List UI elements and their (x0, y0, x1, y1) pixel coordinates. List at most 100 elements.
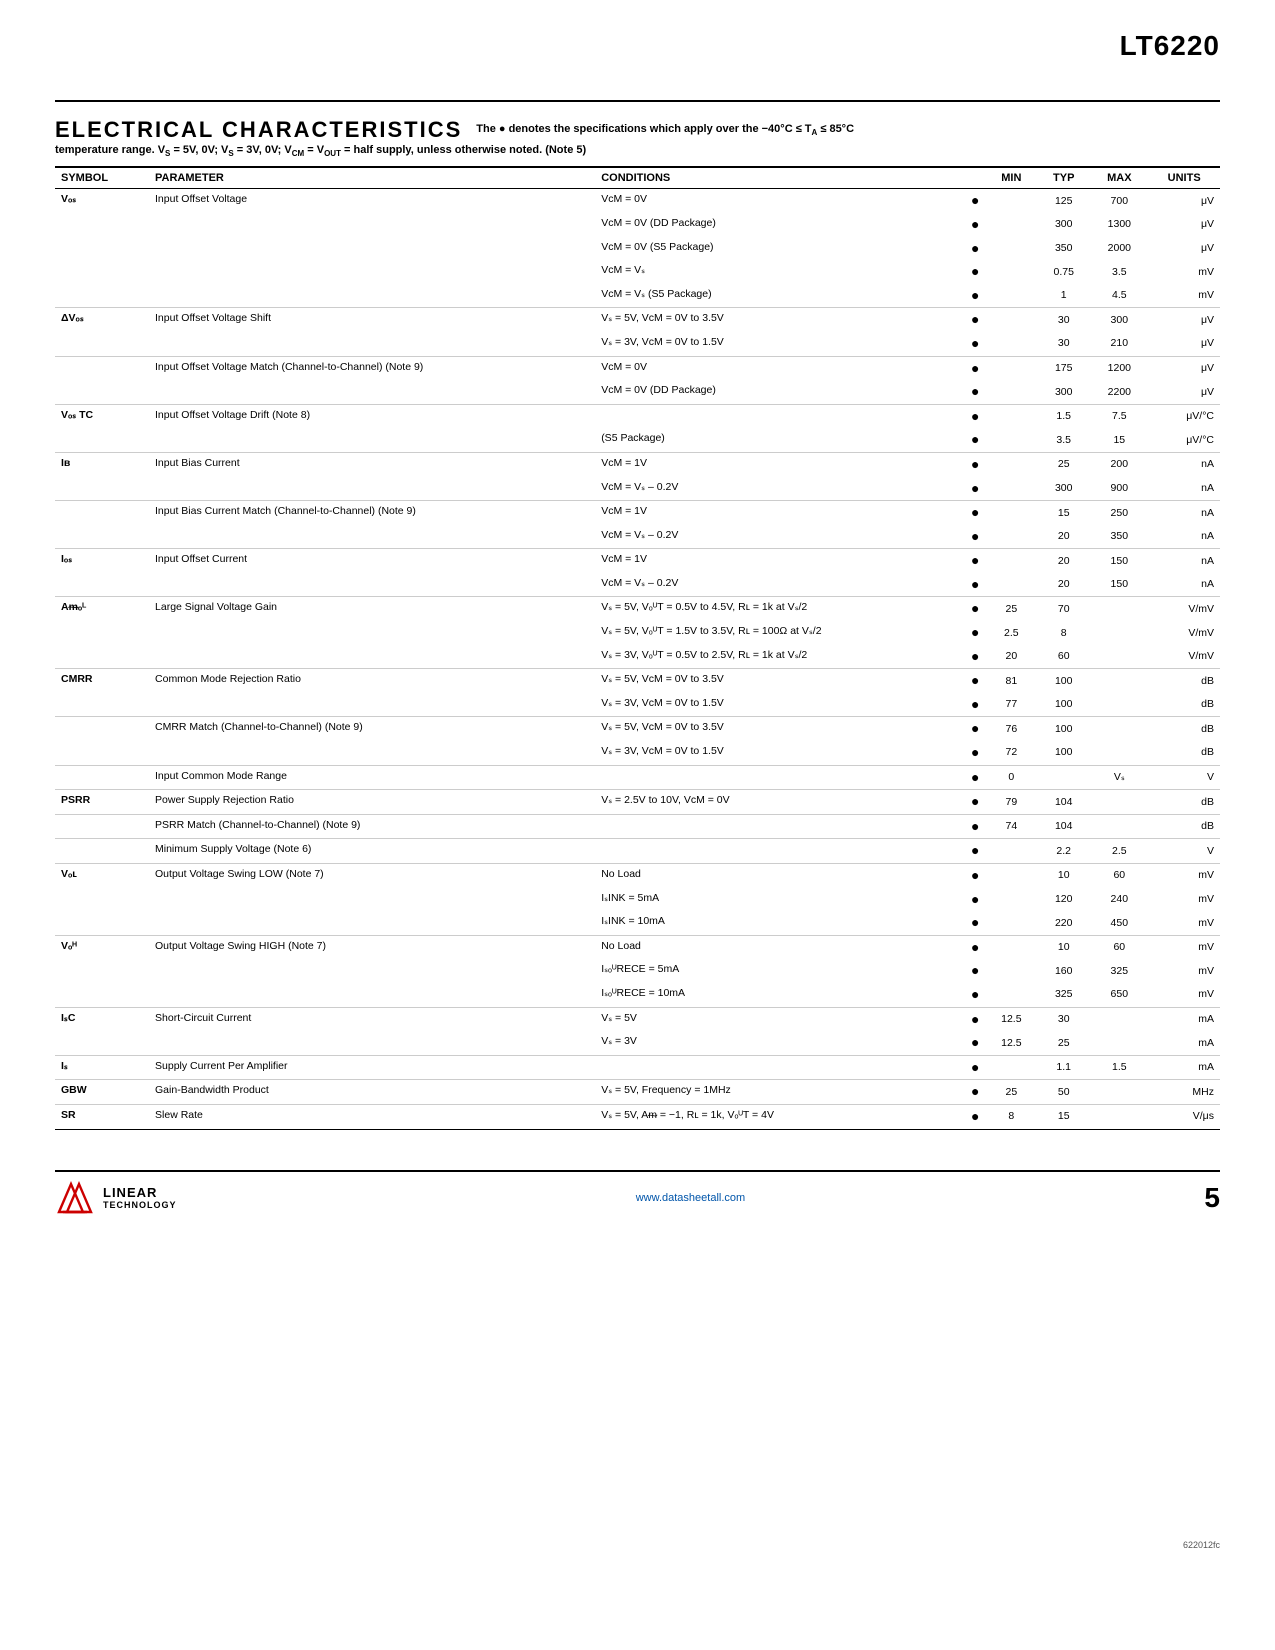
symbol-cell: SR (55, 1104, 149, 1129)
dot-cell: ● (965, 380, 985, 404)
condition-cell: IₛINK = 10mA (595, 911, 965, 935)
param-cell: Large Signal Voltage Gain (149, 597, 595, 669)
units-cell: mV (1148, 935, 1220, 959)
table-row: PSRRPower Supply Rejection RatioVₛ = 2.5… (55, 790, 1220, 815)
typ-cell: 300 (1037, 380, 1090, 404)
symbol-cell: Vₒʟ (55, 864, 149, 936)
symbol-cell: Iₒₛ (55, 549, 149, 597)
units-cell: mV (1148, 983, 1220, 1007)
typ-cell: 70 (1037, 597, 1090, 621)
min-cell (986, 888, 1038, 912)
table-row: Input Common Mode Range●0VₛV (55, 765, 1220, 790)
dot-cell: ● (965, 693, 985, 717)
ec-subtitle2: temperature range. VS = 5V, 0V; VS = 3V,… (55, 144, 1220, 158)
units-cell: μV/°C (1148, 428, 1220, 452)
linear-technology-logo-icon (55, 1180, 95, 1216)
table-row: IₛSupply Current Per Amplifier●1.11.5mA (55, 1055, 1220, 1080)
condition-cell: No Load (595, 864, 965, 888)
min-cell: 81 (986, 669, 1038, 693)
typ-cell: 300 (1037, 477, 1090, 501)
typ-cell: 30 (1037, 308, 1090, 332)
symbol-cell: IₛC (55, 1007, 149, 1055)
col-conditions: CONDITIONS (595, 167, 965, 189)
max-cell (1090, 1007, 1148, 1031)
dot-cell: ● (965, 839, 985, 864)
footer-url[interactable]: www.datasheetall.com (636, 1192, 745, 1204)
table-row: VₒᴴOutput Voltage Swing HIGH (Note 7)No … (55, 935, 1220, 959)
symbol-cell: Iв (55, 452, 149, 500)
condition-cell: VᴄM = 0V (595, 189, 965, 213)
table-row: IₒₛInput Offset CurrentVᴄM = 1V●20150nA (55, 549, 1220, 573)
units-cell: mV (1148, 260, 1220, 284)
typ-cell: 1 (1037, 284, 1090, 308)
units-cell: μV (1148, 356, 1220, 380)
symbol-cell: Iₛ (55, 1055, 149, 1080)
dot-cell: ● (965, 477, 985, 501)
param-cell: Short-Circuit Current (149, 1007, 595, 1055)
dot-cell: ● (965, 284, 985, 308)
typ-cell: 100 (1037, 693, 1090, 717)
units-cell: dB (1148, 669, 1220, 693)
typ-cell: 15 (1037, 1104, 1090, 1129)
units-cell: μV (1148, 380, 1220, 404)
min-cell: 76 (986, 717, 1038, 741)
table-row: SRSlew RateVₛ = 5V, Aᵯ = −1, Rʟ = 1k, Vₒ… (55, 1104, 1220, 1129)
characteristics-table: SYMBOL PARAMETER CONDITIONS MIN TYP MAX … (55, 166, 1220, 1129)
min-cell (986, 983, 1038, 1007)
symbol-cell: ΔVₒₛ (55, 308, 149, 356)
table-row: IвInput Bias CurrentVᴄM = 1V●25200nA (55, 452, 1220, 476)
condition-cell: Vₛ = 3V, VₒᵁT = 0.5V to 2.5V, Rʟ = 1k at… (595, 645, 965, 669)
min-cell (986, 935, 1038, 959)
min-cell (986, 213, 1038, 237)
min-cell: 77 (986, 693, 1038, 717)
typ-cell: 0.75 (1037, 260, 1090, 284)
condition-cell: VᴄM = Vₛ – 0.2V (595, 477, 965, 501)
param-cell: Power Supply Rejection Ratio (149, 790, 595, 815)
max-cell: 2200 (1090, 380, 1148, 404)
min-cell (986, 332, 1038, 356)
symbol-cell: Vₒᴴ (55, 935, 149, 1007)
units-cell: μV (1148, 237, 1220, 261)
condition-cell: IₛₒᵁRECE = 5mA (595, 959, 965, 983)
typ-cell: 2.2 (1037, 839, 1090, 864)
min-cell (986, 356, 1038, 380)
condition-cell: VᴄM = 0V (DD Package) (595, 213, 965, 237)
typ-cell: 25 (1037, 452, 1090, 476)
condition-cell (595, 839, 965, 864)
condition-cell: VᴄM = 1V (595, 549, 965, 573)
max-cell: 250 (1090, 501, 1148, 525)
dot-cell: ● (965, 765, 985, 790)
col-symbol: SYMBOL (55, 167, 149, 189)
min-cell (986, 477, 1038, 501)
col-min: MIN (986, 167, 1038, 189)
units-cell: mV (1148, 959, 1220, 983)
condition-cell: VᴄM = Vₛ – 0.2V (595, 525, 965, 549)
typ-cell: 175 (1037, 356, 1090, 380)
company-name-line2: TECHNOLOGY (103, 1200, 177, 1210)
units-cell: mV (1148, 284, 1220, 308)
units-cell: μV (1148, 332, 1220, 356)
table-row: Input Bias Current Match (Channel-to-Cha… (55, 501, 1220, 525)
symbol-cell: GBW (55, 1080, 149, 1105)
table-row: ΔVₒₛInput Offset Voltage ShiftVₛ = 5V, V… (55, 308, 1220, 332)
dot-cell: ● (965, 1080, 985, 1105)
dot-cell: ● (965, 237, 985, 261)
min-cell (986, 189, 1038, 213)
param-cell: Slew Rate (149, 1104, 595, 1129)
typ-cell: 20 (1037, 549, 1090, 573)
dot-cell: ● (965, 573, 985, 597)
max-cell: 2.5 (1090, 839, 1148, 864)
col-units: UNITS (1148, 167, 1220, 189)
min-cell: 79 (986, 790, 1038, 815)
min-cell (986, 308, 1038, 332)
max-cell (1090, 669, 1148, 693)
typ-cell: 30 (1037, 332, 1090, 356)
typ-cell: 300 (1037, 213, 1090, 237)
dot-cell: ● (965, 1007, 985, 1031)
dot-cell: ● (965, 549, 985, 573)
min-cell (986, 1055, 1038, 1080)
units-cell: V (1148, 765, 1220, 790)
units-cell: mA (1148, 1007, 1220, 1031)
dot-cell: ● (965, 452, 985, 476)
dot-cell: ● (965, 790, 985, 815)
